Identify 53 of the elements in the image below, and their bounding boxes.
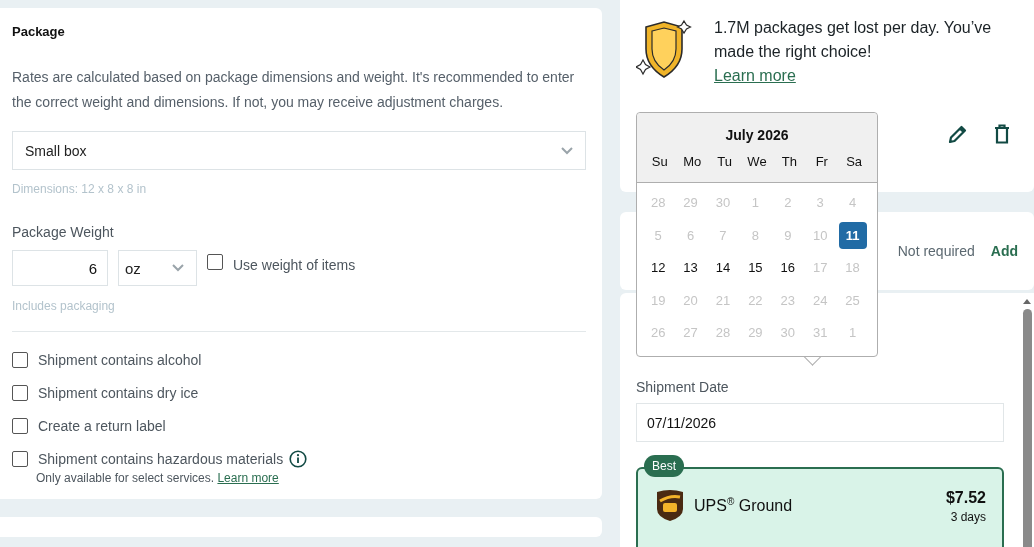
learn-more-link[interactable]: Learn more	[714, 67, 796, 84]
weekday-label: We	[746, 154, 768, 169]
checkbox-label: Create a return label	[38, 417, 166, 434]
shield-logo-icon	[656, 489, 684, 522]
month-title: July 2026	[725, 127, 789, 143]
checkbox[interactable]	[12, 417, 28, 434]
service-name: UPS$^{®}$ Ground	[694, 496, 793, 516]
note-text: Only available for select services.	[36, 471, 215, 485]
add-link[interactable]: Add	[990, 243, 1018, 259]
chevron-down-icon	[561, 146, 573, 155]
section-title: Package	[12, 24, 66, 39]
calendar-day[interactable]: 11	[838, 221, 867, 249]
weight-label: Package Weight	[12, 224, 115, 240]
checkbox-label: Shipment contains hazardous materials	[38, 450, 284, 467]
info-icon[interactable]	[289, 449, 308, 468]
learn-more-link[interactable]: Learn more	[217, 471, 279, 485]
checkbox-label: Shipment contains alcohol	[38, 351, 202, 368]
calendar-day[interactable]: 12	[644, 254, 673, 282]
weekday-label: Su	[650, 154, 669, 169]
unit-select[interactable]: oz	[118, 250, 197, 286]
edit-icon[interactable]	[948, 124, 968, 144]
insurance-message: 1.7M packages get lost per day. You’ve made the right choice!	[714, 18, 993, 62]
calendar-day[interactable]: 14	[708, 254, 737, 282]
weekday-label: Fr	[814, 154, 829, 169]
calendar-day[interactable]: 15	[741, 254, 770, 282]
checkbox[interactable]	[207, 254, 223, 270]
checkbox[interactable]	[12, 351, 28, 368]
scroll-up-icon[interactable]	[1022, 297, 1032, 305]
scrollbar[interactable]	[1020, 293, 1034, 547]
description-text: Rates are calculated based on package dimensions and weight. It's recommended to enter the correct weight and dimensions. If not, you may receive adjustment charges.	[12, 68, 576, 112]
weekday-label: Sa	[845, 154, 864, 169]
weight-input[interactable]: 6	[12, 250, 108, 286]
shipment-date-label: Shipment Date	[636, 379, 730, 395]
checkbox[interactable]	[12, 384, 28, 401]
package-type-select[interactable]: Small box	[12, 131, 586, 170]
price: $7.52	[945, 489, 986, 507]
chevron-down-icon	[172, 264, 184, 272]
weekday-label: Th	[780, 154, 798, 169]
status-text: Not required	[897, 243, 975, 259]
calendar-day[interactable]: 13	[676, 254, 705, 282]
shield-icon	[636, 19, 692, 81]
calendar-day[interactable]: 16	[773, 254, 802, 282]
weekday-label: Mo	[682, 154, 703, 169]
transit-time: 3 days	[950, 510, 986, 524]
date-input[interactable]: 07/11/2026	[636, 403, 1004, 442]
best-badge: Best	[644, 455, 684, 477]
checkbox-label: Use weight of items	[233, 257, 356, 273]
checkbox[interactable]	[12, 450, 28, 467]
dimensions-hint: Dimensions: 12 x 8 x 8 in	[12, 182, 148, 196]
weekday-label: Tu	[716, 154, 733, 169]
weight-hint: Includes packaging	[12, 299, 116, 313]
delete-icon[interactable]	[994, 124, 1010, 144]
checkbox-label: Shipment contains dry ice	[38, 384, 199, 401]
